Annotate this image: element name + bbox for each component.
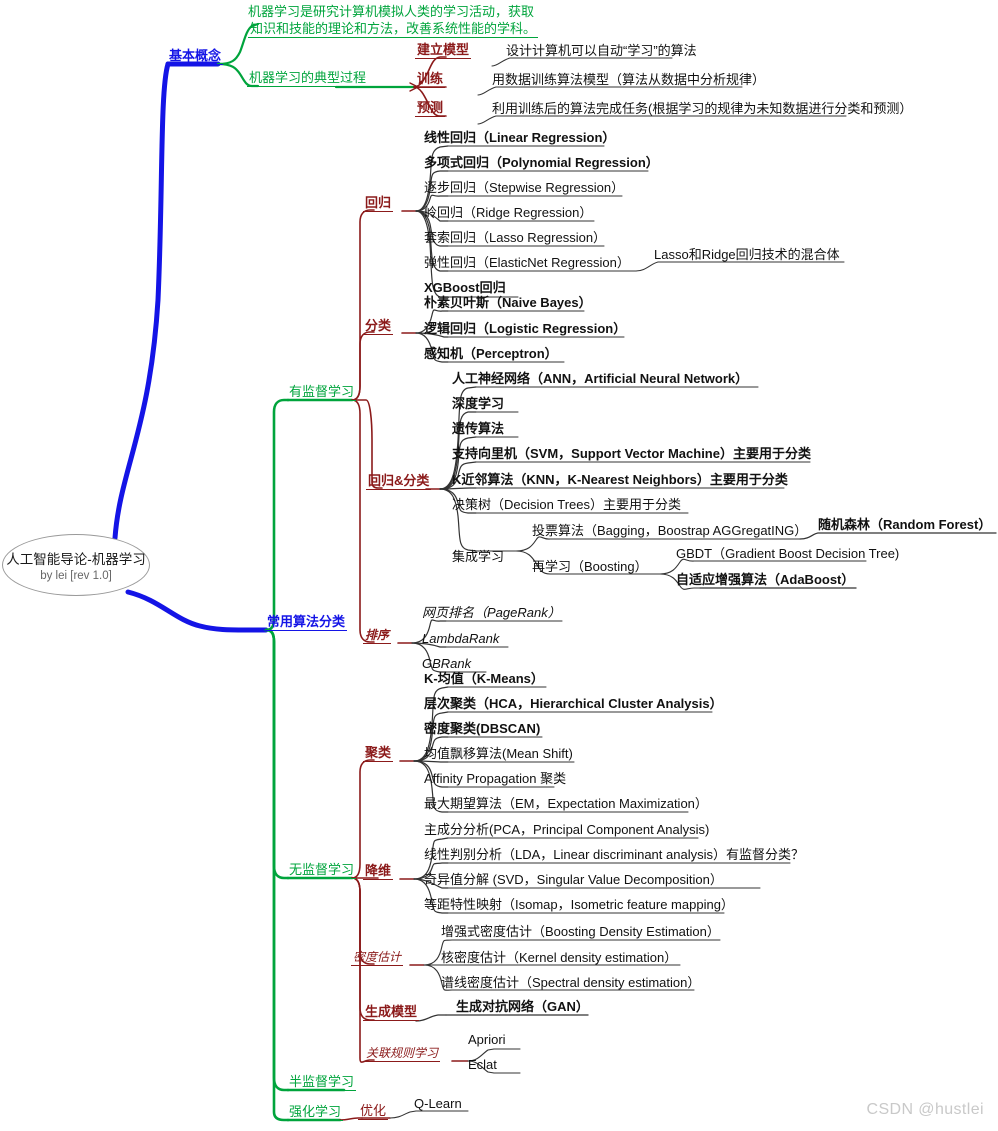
node-em-algorithm[interactable]: 最大期望算法（EM，Expectation Maximization）: [424, 796, 708, 811]
node-hca[interactable]: 层次聚类（HCA，Hierarchical Cluster Analysis）: [424, 696, 723, 711]
node-group-classification[interactable]: 分类: [363, 318, 394, 336]
node-svd[interactable]: 奇异值分解 (SVD，Singular Value Decomposition）: [424, 872, 723, 887]
root-subtitle: by lei [rev 1.0]: [40, 570, 112, 582]
node-stepwise-regression[interactable]: 逐步回归（Stepwise Regression）: [424, 180, 624, 195]
node-affinity-propagation[interactable]: Affinity Propagation 聚类: [424, 771, 566, 786]
node-spectral-density-estimation[interactable]: 谱线密度估计（Spectral density estimation）: [441, 975, 700, 990]
node-process-step-predict-label[interactable]: 预测: [415, 100, 446, 118]
node-lambdarank[interactable]: LambdaRank: [422, 631, 499, 646]
node-supervised-learning[interactable]: 有监督学习: [287, 384, 357, 402]
node-eclat[interactable]: Eclat: [468, 1057, 497, 1072]
node-ml-definition-line2: 知识和技能的理论和方法，改善系统性能的学科。: [248, 21, 539, 39]
node-lda[interactable]: 线性判别分析（LDA，Linear discriminant analysis）…: [424, 847, 804, 862]
node-ann[interactable]: 人工神经网络（ANN，Artificial Neural Network）: [452, 371, 748, 386]
node-kernel-density-estimation[interactable]: 核密度估计（Kernel density estimation）: [441, 950, 677, 965]
node-naive-bayes[interactable]: 朴素贝叶斯（Naive Bayes）: [424, 295, 592, 310]
node-group-optimization[interactable]: 优化: [358, 1103, 389, 1121]
node-perceptron[interactable]: 感知机（Perceptron）: [424, 346, 558, 361]
node-genetic-algorithm[interactable]: 遗传算法: [452, 421, 504, 436]
node-process-step-build-desc: 设计计算机可以自动“学习”的算法: [506, 43, 697, 58]
watermark: CSDN @hustlei: [866, 1101, 984, 1118]
node-group-association-rules[interactable]: 关联规则学习: [364, 1046, 441, 1063]
node-q-learn[interactable]: Q-Learn: [414, 1096, 462, 1111]
node-process-step-train-label[interactable]: 训练: [415, 71, 446, 89]
node-gan[interactable]: 生成对抗网络（GAN）: [456, 999, 589, 1014]
node-isomap[interactable]: 等距特性映射（Isomap，Isometric feature mapping）: [424, 897, 734, 912]
node-typical-process[interactable]: 机器学习的典型过程: [247, 70, 369, 88]
node-reinforcement-learning[interactable]: 强化学习: [287, 1104, 344, 1122]
node-group-regression[interactable]: 回归: [363, 195, 394, 213]
node-process-step-predict-desc: 利用训练后的算法完成任务(根据学习的规律为未知数据进行分类和预测）: [492, 101, 913, 116]
node-gbrank[interactable]: GBRank: [422, 656, 471, 671]
node-group-dimensionality-reduction[interactable]: 降维: [363, 863, 394, 881]
node-knn[interactable]: K近邻算法（KNN，K-Nearest Neighbors）主要用于分类: [452, 472, 788, 487]
node-mean-shift[interactable]: 均值飘移算法(Mean Shift): [424, 746, 573, 761]
node-gbdt[interactable]: GBDT（Gradient Boost Decision Tree): [676, 546, 899, 561]
node-basic-concepts[interactable]: 基本概念: [167, 48, 224, 66]
node-elasticnet-regression[interactable]: 弹性回归（ElasticNet Regression）: [424, 255, 630, 270]
node-pca[interactable]: 主成分分析(PCA，Principal Component Analysis): [424, 822, 709, 837]
node-polynomial-regression[interactable]: 多项式回归（Polynomial Regression）: [424, 155, 659, 170]
node-elasticnet-note: Lasso和Ridge回归技术的混合体: [654, 247, 840, 262]
node-svm[interactable]: 支持向里机（SVM，Support Vector Machine）主要用于分类: [452, 446, 811, 461]
node-random-forest[interactable]: 随机森林（Random Forest）: [818, 517, 991, 532]
node-group-clustering[interactable]: 聚类: [363, 745, 394, 763]
node-group-generative-model[interactable]: 生成模型: [363, 1004, 420, 1022]
node-linear-regression[interactable]: 线性回归（Linear Regression）: [424, 130, 615, 145]
node-pagerank[interactable]: 网页排名（PageRank）: [422, 605, 561, 620]
node-process-step-train-desc: 用数据训练算法模型（算法从数据中分析规律）: [492, 72, 766, 87]
node-dbscan[interactable]: 密度聚类(DBSCAN): [424, 721, 540, 736]
node-semi-supervised-learning[interactable]: 半监督学习: [287, 1074, 357, 1092]
node-kmeans[interactable]: K-均值（K-Means）: [424, 671, 544, 686]
node-group-ranking[interactable]: 排序: [363, 628, 392, 645]
node-boosting[interactable]: 再学习（Boosting）: [532, 559, 648, 574]
node-apriori[interactable]: Apriori: [468, 1032, 506, 1047]
node-lasso-regression[interactable]: 套索回归（Lasso Regression）: [424, 230, 606, 245]
node-group-regression-classification[interactable]: 回归&分类: [366, 473, 432, 491]
node-ridge-regression[interactable]: 岭回归（Ridge Regression）: [424, 205, 592, 220]
node-bagging[interactable]: 投票算法（Bagging，Boostrap AGGregatING）: [532, 523, 807, 538]
node-boosting-density-estimation[interactable]: 增强式密度估计（Boosting Density Estimation）: [441, 924, 720, 939]
node-group-density-estimation[interactable]: 密度估计: [351, 950, 404, 967]
node-adaboost[interactable]: 自适应增强算法（AdaBoost）: [676, 572, 854, 587]
node-unsupervised-learning[interactable]: 无监督学习: [287, 862, 357, 880]
root-node[interactable]: 人工智能导论-机器学习 by lei [rev 1.0]: [2, 534, 150, 596]
root-title: 人工智能导论-机器学习: [6, 552, 146, 567]
node-xgboost-regression[interactable]: XGBoost回归: [424, 280, 506, 295]
node-deep-learning[interactable]: 深度学习: [452, 396, 504, 411]
node-ensemble-learning[interactable]: 集成学习: [452, 549, 504, 564]
node-algorithm-categories[interactable]: 常用算法分类: [265, 614, 348, 632]
node-logistic-regression[interactable]: 逻辑回归（Logistic Regression）: [424, 321, 626, 336]
node-decision-trees[interactable]: 决策树（Decision Trees）主要用于分类: [452, 497, 681, 512]
node-ml-definition-line1: 机器学习是研究计算机模拟人类的学习活动，获取: [248, 4, 535, 19]
node-process-step-build-label[interactable]: 建立模型: [415, 42, 472, 60]
